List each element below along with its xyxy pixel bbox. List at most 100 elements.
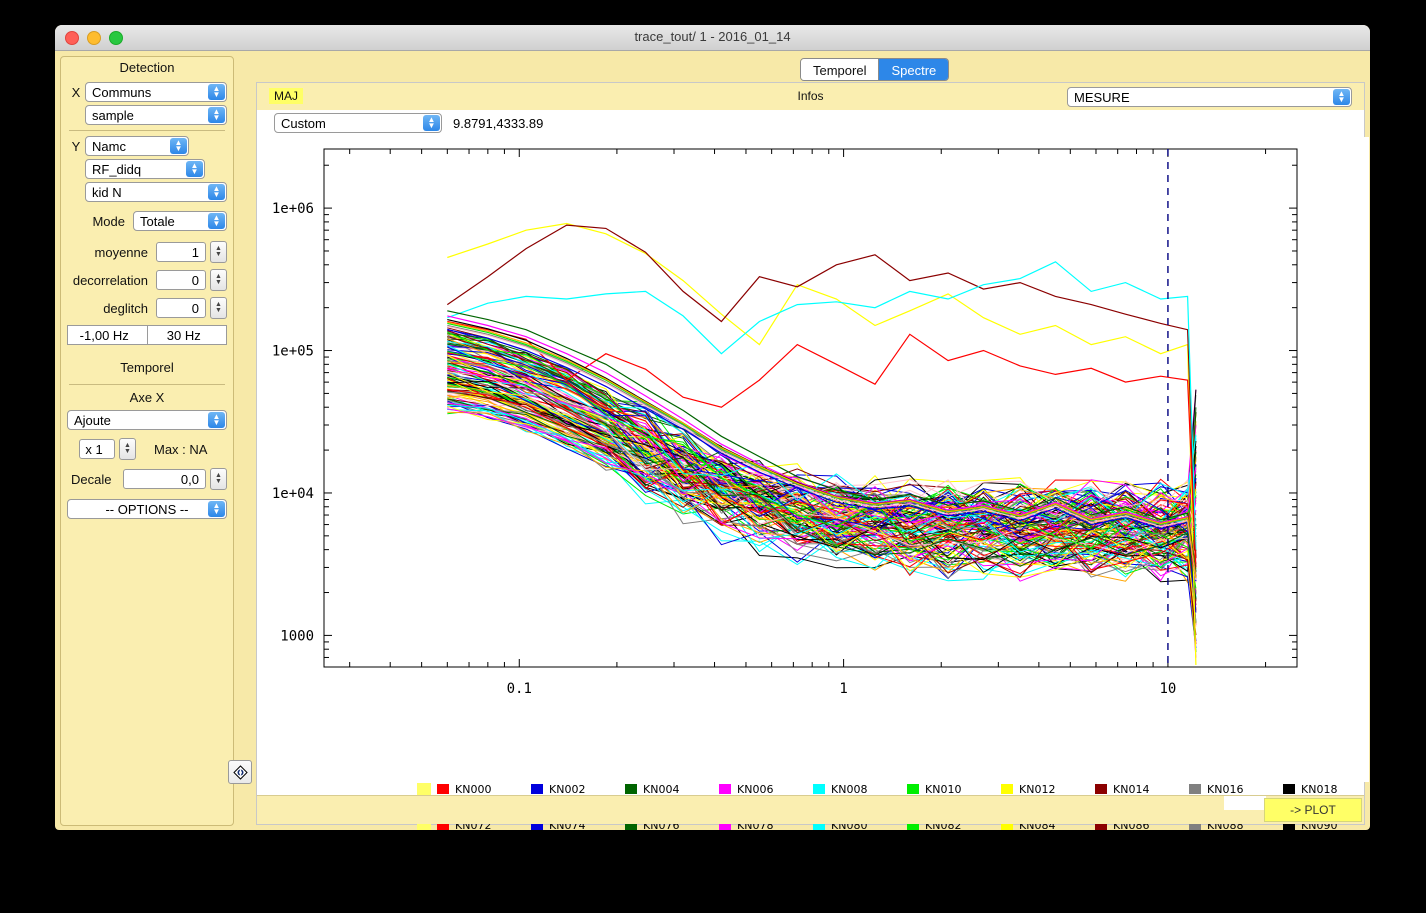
moyenne-input[interactable]: 1 bbox=[156, 242, 206, 262]
axe-x-value: Ajoute bbox=[74, 413, 111, 428]
legend-item[interactable]: KN004 bbox=[625, 783, 719, 795]
y-tick-label: 1e+04 bbox=[272, 486, 314, 502]
legend-item[interactable]: KN002 bbox=[531, 783, 625, 795]
decale-label: Decale bbox=[67, 472, 123, 487]
y-field-combo[interactable]: RF_didq ▲▼ bbox=[85, 159, 205, 179]
chevron-updown-icon[interactable]: ▲▼ bbox=[1333, 89, 1350, 105]
multiplier-stepper[interactable]: ▲▼ bbox=[119, 438, 136, 460]
options-row: -- OPTIONS -- ▲▼ bbox=[67, 499, 227, 519]
y-source-combo[interactable]: Namc ▲▼ bbox=[85, 136, 189, 156]
navigator-button[interactable] bbox=[228, 760, 252, 784]
legend-color-swatch[interactable] bbox=[907, 784, 919, 794]
custom-toolbar: Custom ▲▼ 9.8791,4333.89 bbox=[257, 110, 1364, 137]
screen: trace_tout/ 1 - 2016_01_14 Detection X C… bbox=[0, 0, 1426, 913]
chevron-updown-icon[interactable]: ▲▼ bbox=[208, 84, 225, 100]
mesure-combo[interactable]: MESURE ▲▼ bbox=[1067, 87, 1352, 107]
divider bbox=[69, 130, 225, 131]
chevron-updown-icon[interactable]: ▲▼ bbox=[208, 184, 225, 200]
deglitch-input[interactable]: 0 bbox=[156, 298, 206, 318]
chevron-updown-icon[interactable]: ▲▼ bbox=[208, 501, 225, 517]
plot-canvas[interactable]: 0.111010001e+041e+051e+06 bbox=[257, 137, 1369, 782]
chevron-updown-icon[interactable]: ▲▼ bbox=[208, 107, 225, 123]
options-combo[interactable]: -- OPTIONS -- ▲▼ bbox=[67, 499, 227, 519]
decorrelation-input[interactable]: 0 bbox=[156, 270, 206, 290]
legend-color-swatch[interactable] bbox=[531, 784, 543, 794]
decorrelation-row: decorrelation 0 ▲▼ bbox=[67, 269, 227, 291]
detection-title: Detection bbox=[61, 57, 233, 79]
legend-item[interactable]: KN006 bbox=[719, 783, 813, 795]
spectrum-plot[interactable]: 0.111010001e+041e+051e+06 bbox=[257, 137, 1369, 782]
window-title: trace_tout/ 1 - 2016_01_14 bbox=[55, 29, 1370, 44]
legend-color-swatch[interactable] bbox=[625, 784, 637, 794]
freq-min-input[interactable]: -1,00 Hz bbox=[67, 325, 147, 345]
y-source-row: Y Namc ▲▼ bbox=[67, 136, 227, 156]
divider bbox=[69, 384, 225, 385]
legend-item[interactable]: KN012 bbox=[1001, 783, 1095, 795]
deglitch-value: 0 bbox=[192, 301, 199, 316]
moyenne-row: moyenne 1 ▲▼ bbox=[67, 241, 227, 263]
legend-item[interactable]: KN008 bbox=[813, 783, 907, 795]
legend-color-swatch[interactable] bbox=[1283, 784, 1295, 794]
freq-max-value: 30 Hz bbox=[167, 328, 201, 343]
chevron-updown-icon[interactable]: ▲▼ bbox=[208, 412, 225, 428]
chevron-updown-icon[interactable]: ▲▼ bbox=[208, 213, 225, 229]
legend-color-swatch[interactable] bbox=[719, 784, 731, 794]
decorrelation-value: 0 bbox=[192, 273, 199, 288]
x-sample-combo[interactable]: sample ▲▼ bbox=[85, 105, 227, 125]
window-titlebar[interactable]: trace_tout/ 1 - 2016_01_14 bbox=[55, 25, 1370, 51]
detection-panel: Detection X Communs ▲▼ sample ▲▼ Y bbox=[60, 56, 234, 826]
y-field-value: RF_didq bbox=[92, 162, 141, 177]
legend-color-swatch[interactable] bbox=[813, 784, 825, 794]
mode-value: Totale bbox=[140, 214, 175, 229]
legend-color-swatch[interactable] bbox=[1095, 784, 1107, 794]
axe-x-row: Ajoute ▲▼ bbox=[67, 410, 227, 430]
x-source-row: X Communs ▲▼ bbox=[67, 82, 227, 102]
multiplier-input[interactable]: x 1 bbox=[79, 439, 115, 459]
custom-range-combo[interactable]: Custom ▲▼ bbox=[274, 113, 442, 133]
bottom-toolbar: -> PLOT bbox=[257, 795, 1364, 824]
chevron-updown-icon[interactable]: ▲▼ bbox=[170, 138, 187, 154]
chevron-updown-icon[interactable]: ▲▼ bbox=[423, 115, 440, 131]
x-source-combo[interactable]: Communs ▲▼ bbox=[85, 82, 227, 102]
chevron-updown-icon[interactable]: ▲▼ bbox=[186, 161, 203, 177]
options-value: -- OPTIONS -- bbox=[105, 502, 188, 517]
content-pane: MAJ Infos MESURE ▲▼ Custom ▲▼ 9.8791,433… bbox=[256, 82, 1365, 825]
legend-item[interactable]: KN016 bbox=[1189, 783, 1283, 795]
tab-spectre[interactable]: Spectre bbox=[878, 59, 948, 80]
cursor-coordinates: 9.8791,4333.89 bbox=[453, 116, 543, 131]
legend-color-swatch[interactable] bbox=[437, 784, 449, 794]
legend-item[interactable]: KN000 bbox=[437, 783, 531, 795]
decale-input[interactable]: 0,0 bbox=[123, 469, 206, 489]
plot-button[interactable]: -> PLOT bbox=[1264, 798, 1362, 822]
freq-max-input[interactable]: 30 Hz bbox=[147, 325, 228, 345]
decorrelation-label: decorrelation bbox=[67, 273, 156, 288]
decale-stepper[interactable]: ▲▼ bbox=[210, 468, 227, 490]
deglitch-stepper[interactable]: ▲▼ bbox=[210, 297, 227, 319]
mesure-value: MESURE bbox=[1074, 90, 1130, 105]
diamond-compass-icon bbox=[233, 765, 248, 780]
tab-temporel[interactable]: Temporel bbox=[801, 59, 878, 80]
kid-combo[interactable]: kid N ▲▼ bbox=[85, 182, 227, 202]
bottom-field bbox=[1224, 796, 1266, 810]
trace-line-KN108 bbox=[447, 224, 1196, 666]
main-area: Temporel Spectre MAJ Infos MESURE ▲▼ Cus… bbox=[256, 56, 1365, 825]
x-tick-label: 1 bbox=[839, 681, 847, 697]
plot-frame bbox=[324, 149, 1297, 667]
legend-item[interactable]: KN018 bbox=[1283, 783, 1370, 795]
legend-item[interactable]: KN010 bbox=[907, 783, 1001, 795]
freq-min-value: -1,00 Hz bbox=[80, 328, 129, 343]
axe-x-combo[interactable]: Ajoute ▲▼ bbox=[67, 410, 227, 430]
decorrelation-stepper[interactable]: ▲▼ bbox=[210, 269, 227, 291]
moyenne-stepper[interactable]: ▲▼ bbox=[210, 241, 227, 263]
mode-combo[interactable]: Totale ▲▼ bbox=[133, 211, 227, 231]
info-toolbar: MAJ Infos MESURE ▲▼ bbox=[257, 83, 1364, 110]
app-window: trace_tout/ 1 - 2016_01_14 Detection X C… bbox=[55, 25, 1370, 830]
moyenne-label: moyenne bbox=[67, 245, 156, 260]
legend-color-swatch[interactable] bbox=[1001, 784, 1013, 794]
x-tick-label: 0.1 bbox=[507, 681, 532, 697]
legend-item[interactable]: KN014 bbox=[1095, 783, 1189, 795]
legend-color-swatch[interactable] bbox=[1189, 784, 1201, 794]
x-sample-row: sample ▲▼ bbox=[67, 105, 227, 125]
decale-row: Decale 0,0 ▲▼ bbox=[67, 468, 227, 490]
view-segmented-control[interactable]: Temporel Spectre bbox=[800, 58, 949, 81]
